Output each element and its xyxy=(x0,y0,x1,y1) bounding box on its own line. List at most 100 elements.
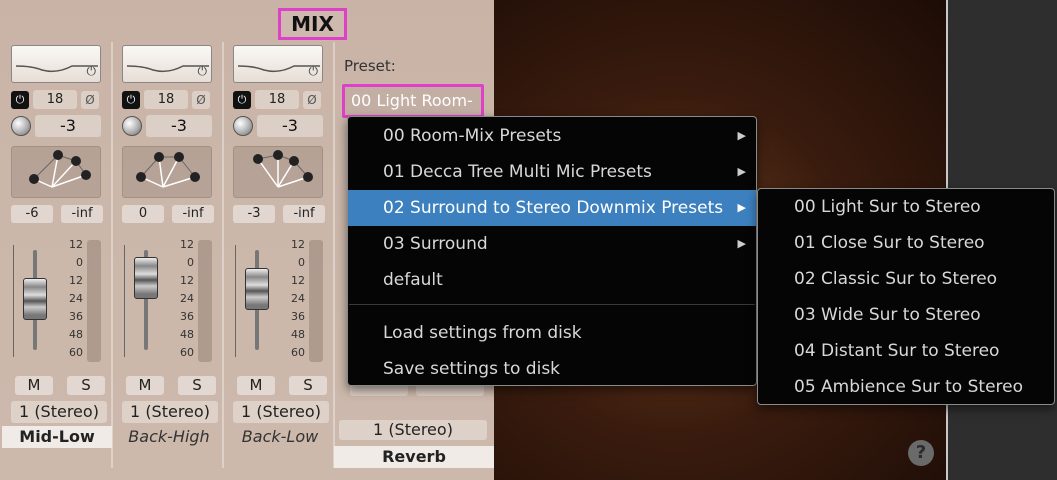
mute-button[interactable]: M xyxy=(126,376,164,395)
level-right-value[interactable]: -inf xyxy=(61,205,103,223)
solo-button[interactable]: S xyxy=(289,376,327,395)
channel-strip-mid-low: ⏻ ⏻ 18 Ø -3 -6 -inf 12 0 12 24 36 48 60 … xyxy=(2,40,115,452)
submenu-item[interactable]: 01 Close Sur to Stereo xyxy=(758,225,1054,261)
pan-value[interactable]: -3 xyxy=(146,115,212,137)
scale-label: 12 xyxy=(291,238,305,251)
output-routing[interactable]: 1 (Stereo) xyxy=(122,401,218,423)
strip-name[interactable]: Back-High xyxy=(114,426,224,448)
scale-label: 48 xyxy=(291,328,305,341)
scale-label: 0 xyxy=(187,256,194,269)
stereo-panner[interactable] xyxy=(233,146,323,198)
submenu-arrow-icon: ▶ xyxy=(737,165,746,178)
pan-value[interactable]: -3 xyxy=(257,115,323,137)
help-icon[interactable]: ? xyxy=(908,440,934,466)
scale-label: 60 xyxy=(69,346,83,359)
scale-label: 12 xyxy=(180,238,194,251)
preset-menu: 00 Room-Mix Presets ▶ 01 Decca Tree Mult… xyxy=(347,116,757,386)
menu-item-surround[interactable]: 03 Surround ▶ xyxy=(348,226,756,262)
scale-label: 24 xyxy=(291,292,305,305)
menu-item-load-settings[interactable]: Load settings from disk xyxy=(348,315,756,351)
volume-fader[interactable] xyxy=(134,257,158,299)
eq-display[interactable]: ⏻ xyxy=(11,45,101,83)
scale-label: 12 xyxy=(69,238,83,251)
mute-button[interactable]: M xyxy=(237,376,275,395)
preset-label: Preset: xyxy=(344,57,396,75)
menu-item-surround-downmix-presets[interactable]: 02 Surround to Stereo Downmix Presets ▶ xyxy=(348,190,756,226)
menu-item-label: 00 Room-Mix Presets xyxy=(383,126,562,146)
scale-label: 0 xyxy=(298,256,305,269)
level-right-value[interactable]: -inf xyxy=(172,205,214,223)
solo-button[interactable]: S xyxy=(67,376,105,395)
volume-fader[interactable] xyxy=(245,268,269,310)
channel-strip-back-low: ⏻ ⏻ 18 Ø -3 -3 -inf 12 0 12 24 36 48 60 … xyxy=(229,40,337,452)
menu-item-decca-tree-presets[interactable]: 01 Decca Tree Multi Mic Presets ▶ xyxy=(348,154,756,190)
phase-invert-button[interactable]: Ø xyxy=(303,90,321,109)
volume-fader[interactable] xyxy=(23,278,47,320)
submenu-item[interactable]: 04 Distant Sur to Stereo xyxy=(758,333,1054,369)
menu-item-label: 03 Surround xyxy=(383,234,488,254)
output-routing[interactable]: 1 (Stereo) xyxy=(11,401,107,423)
menu-item-label: default xyxy=(383,270,443,290)
phase-invert-button[interactable]: Ø xyxy=(192,90,210,109)
scale-label: 60 xyxy=(180,346,194,359)
level-meter xyxy=(198,240,212,362)
menu-item-default[interactable]: default xyxy=(348,262,756,298)
mute-button[interactable]: M xyxy=(15,376,53,395)
level-meter xyxy=(309,240,323,362)
submenu-item[interactable]: 00 Light Sur to Stereo xyxy=(758,189,1054,225)
reverb-strip-name[interactable]: Reverb xyxy=(334,446,494,468)
eq-display[interactable]: ⏻ xyxy=(122,45,212,83)
submenu-arrow-icon: ▶ xyxy=(737,201,746,214)
reverb-output-routing[interactable]: 1 (Stereo) xyxy=(339,420,487,440)
surround-presets-submenu: 00 Light Sur to Stereo 01 Close Sur to S… xyxy=(757,188,1055,405)
phase-invert-button[interactable]: Ø xyxy=(81,90,99,109)
strip-name[interactable]: Mid-Low xyxy=(2,426,112,448)
mix-title: MIX xyxy=(278,8,347,40)
scale-label: 36 xyxy=(69,310,83,323)
menu-item-label: 01 Decca Tree Multi Mic Presets xyxy=(383,162,652,182)
scale-label: 36 xyxy=(180,310,194,323)
submenu-item[interactable]: 03 Wide Sur to Stereo xyxy=(758,297,1054,333)
fader-ticks xyxy=(235,245,245,357)
stereo-panner[interactable] xyxy=(122,146,212,198)
menu-item-label: Load settings from disk xyxy=(383,323,582,343)
pan-knob[interactable] xyxy=(122,116,142,136)
eq-display[interactable]: ⏻ xyxy=(233,45,323,83)
menu-item-save-settings[interactable]: Save settings to disk xyxy=(348,351,756,387)
submenu-arrow-icon: ▶ xyxy=(737,129,746,142)
delay-value[interactable]: 18 xyxy=(255,90,299,109)
level-left-value[interactable]: -6 xyxy=(11,205,53,223)
delay-value[interactable]: 18 xyxy=(144,90,188,109)
eq-power-icon[interactable]: ⏻ xyxy=(87,64,97,79)
pan-value[interactable]: -3 xyxy=(35,115,101,137)
strip-power-icon[interactable]: ⏻ xyxy=(11,90,29,109)
pan-knob[interactable] xyxy=(11,116,31,136)
strip-power-icon[interactable]: ⏻ xyxy=(122,90,140,109)
fader-scale: 12 0 12 24 36 48 60 xyxy=(164,238,194,363)
pan-knob[interactable] xyxy=(233,116,253,136)
submenu-item[interactable]: 05 Ambience Sur to Stereo xyxy=(758,369,1054,405)
eq-power-icon[interactable]: ⏻ xyxy=(198,64,208,79)
output-routing[interactable]: 1 (Stereo) xyxy=(233,401,329,423)
scale-label: 12 xyxy=(291,274,305,287)
fader-scale: 12 0 12 24 36 48 60 xyxy=(53,238,83,363)
level-left-value[interactable]: -3 xyxy=(233,205,275,223)
scale-label: 60 xyxy=(291,346,305,359)
level-right-value[interactable]: -inf xyxy=(283,205,325,223)
fader-scale: 12 0 12 24 36 48 60 xyxy=(275,238,305,363)
menu-separator xyxy=(349,304,755,305)
level-left-value[interactable]: 0 xyxy=(122,205,164,223)
strip-power-icon[interactable]: ⏻ xyxy=(233,90,251,109)
submenu-item[interactable]: 02 Classic Sur to Stereo xyxy=(758,261,1054,297)
scale-label: 48 xyxy=(180,328,194,341)
eq-power-icon[interactable]: ⏻ xyxy=(309,64,319,79)
menu-item-room-mix-presets[interactable]: 00 Room-Mix Presets ▶ xyxy=(348,118,756,154)
delay-value[interactable]: 18 xyxy=(33,90,77,109)
channel-strip-back-high: ⏻ ⏻ 18 Ø -3 0 -inf 12 0 12 24 36 48 60 M… xyxy=(118,40,226,452)
stereo-panner[interactable] xyxy=(11,146,101,198)
strip-name[interactable]: Back-Low xyxy=(225,426,335,448)
preset-dropdown[interactable]: 00 Light Room- xyxy=(342,84,484,118)
scale-label: 24 xyxy=(69,292,83,305)
fader-ticks xyxy=(13,245,23,357)
solo-button[interactable]: S xyxy=(178,376,216,395)
